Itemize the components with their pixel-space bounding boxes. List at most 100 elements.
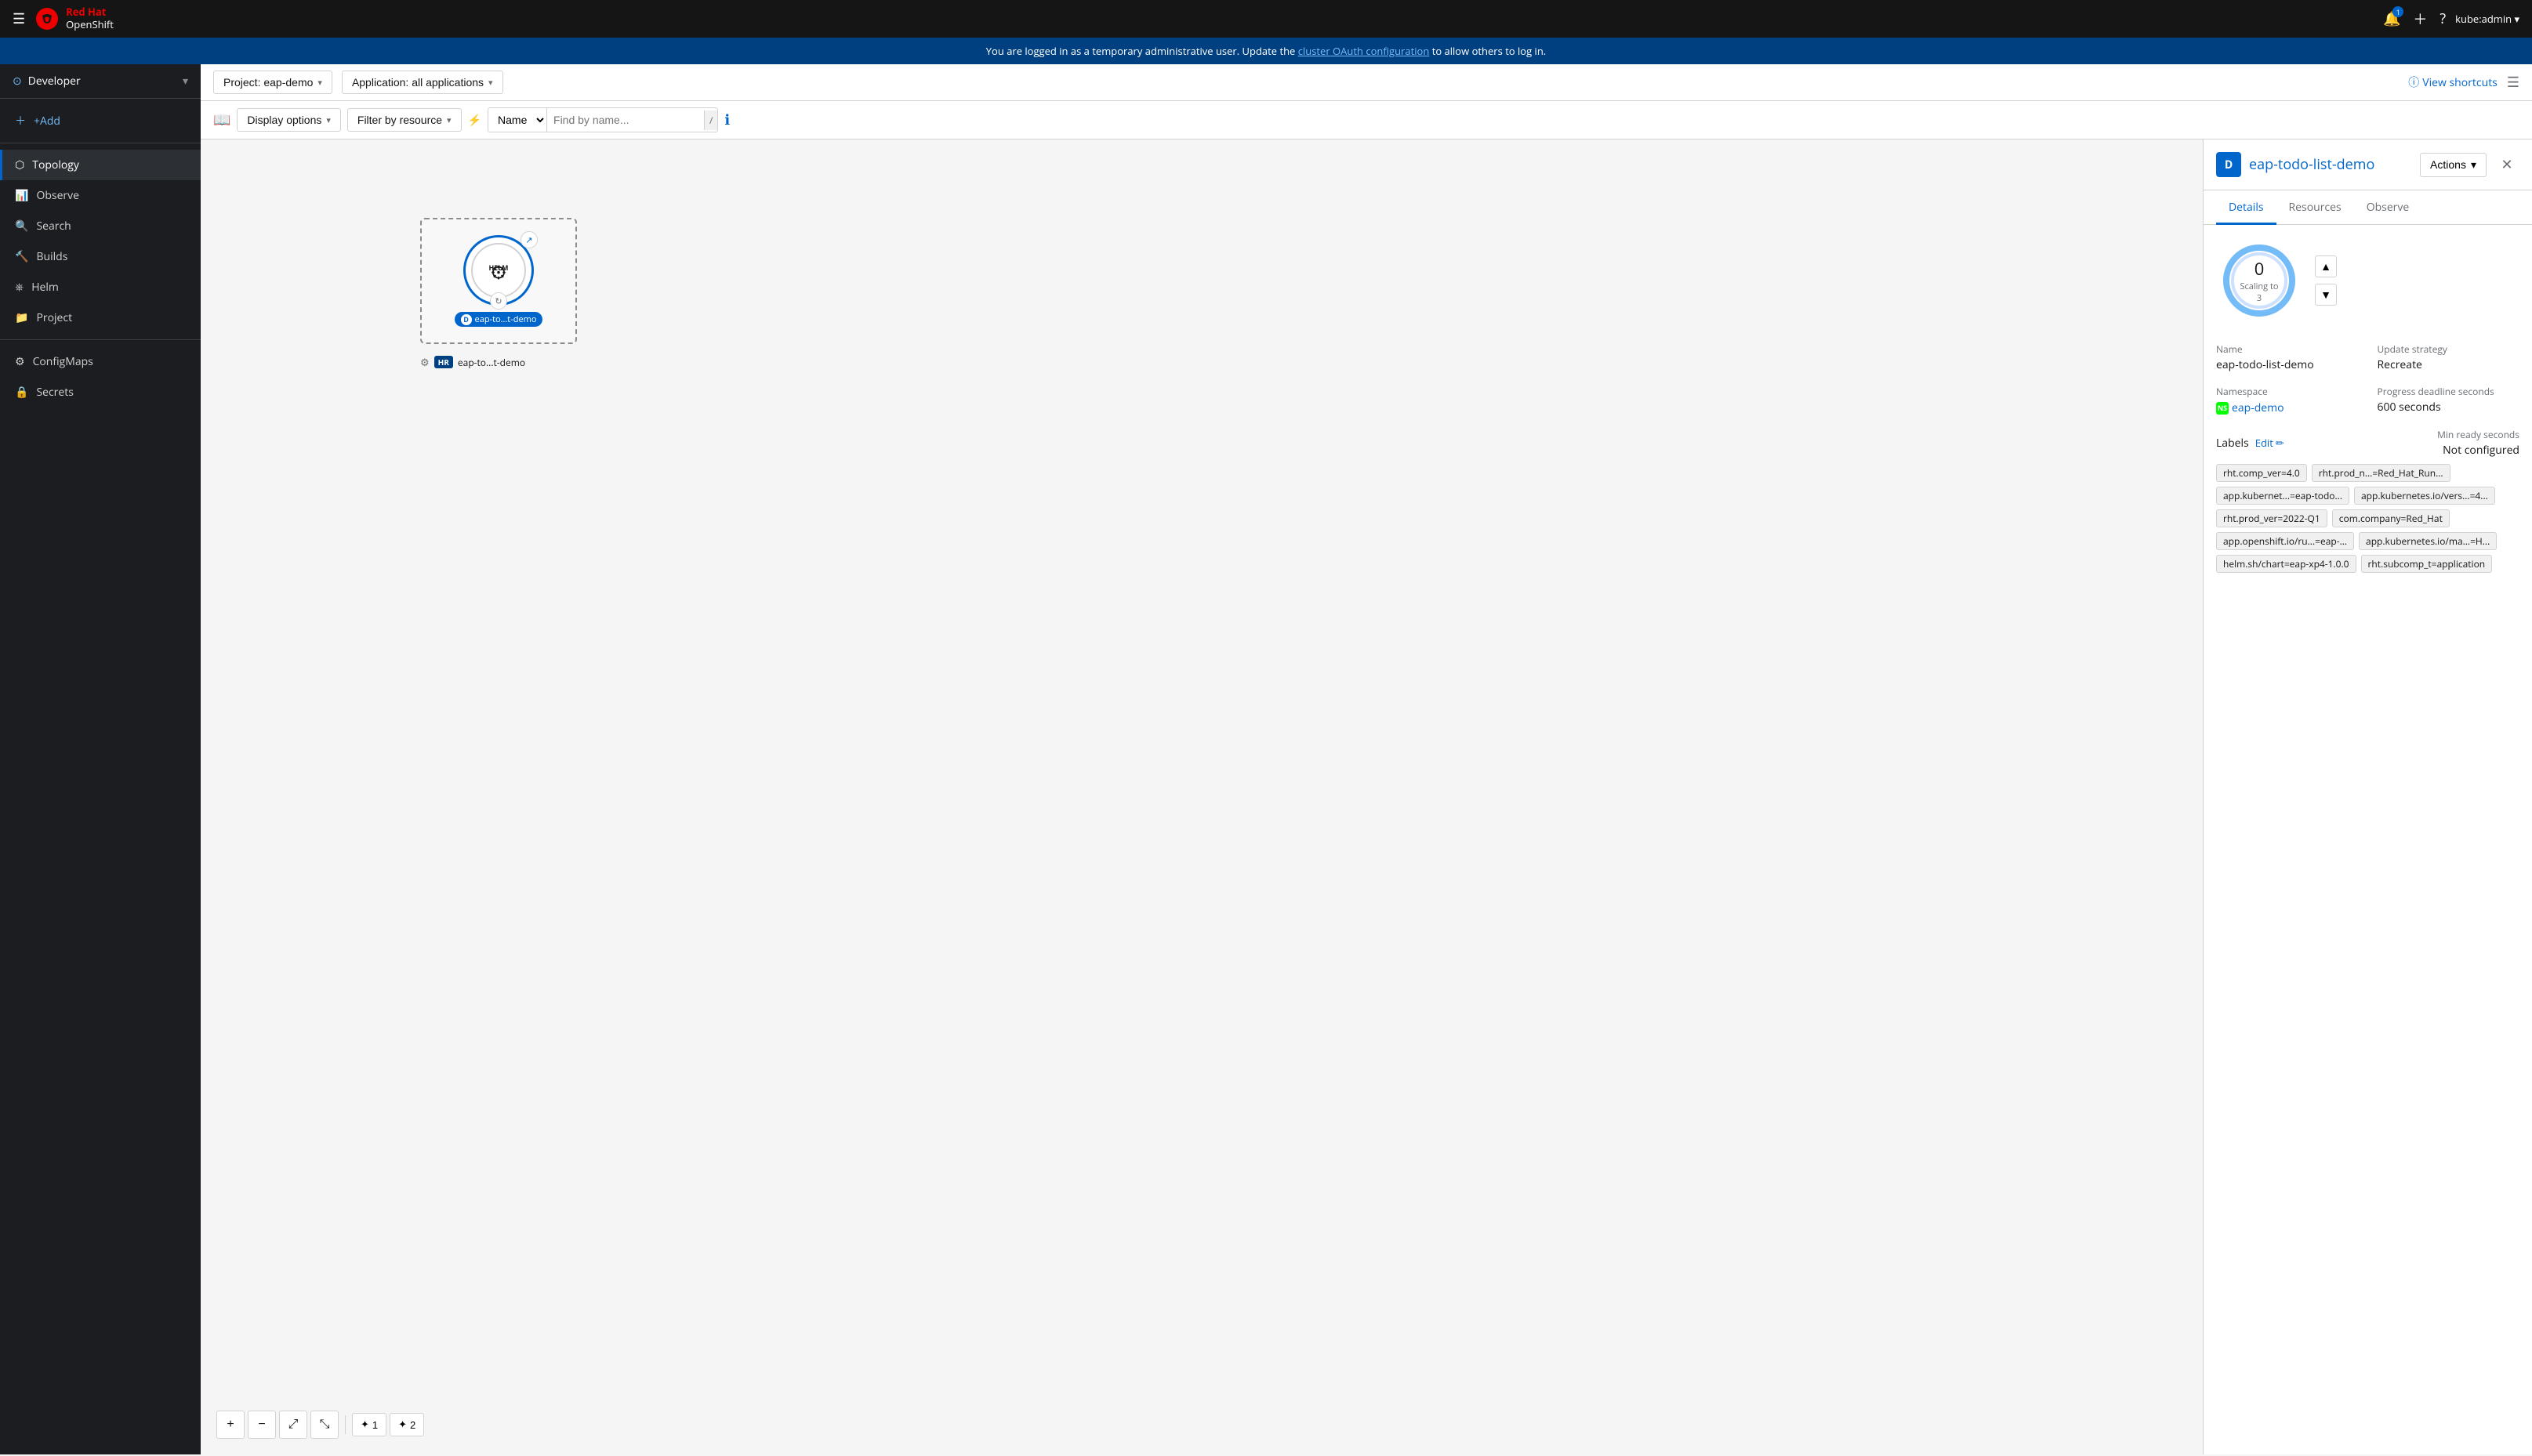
sidebar-item-topology[interactable]: ⬡ Topology xyxy=(0,150,201,180)
sidebar-nav: ＋ +Add ⬡ Topology 📊 Observe 🔍 Search 🔨 B… xyxy=(0,99,201,1454)
helm-group[interactable]: HELM xyxy=(420,218,577,344)
sidebar-context-switcher[interactable]: ⊙ Developer ▾ xyxy=(0,64,201,99)
view-shortcuts-button[interactable]: ⓘ View shortcuts xyxy=(2408,74,2498,90)
filter-type-select[interactable]: Name xyxy=(488,108,547,132)
zoom-in-button[interactable]: + xyxy=(216,1411,245,1439)
detail-update-strategy: Update strategy Recreate xyxy=(2378,342,2520,372)
edit-pencil-icon: ✏ xyxy=(2276,436,2284,450)
user-menu[interactable]: kube:admin ▾ xyxy=(2455,12,2519,26)
notification-badge: 1 xyxy=(2392,6,2403,17)
filter-by-resource-button[interactable]: Filter by resource ▾ xyxy=(347,108,462,132)
detail-name-value: eap-todo-list-demo xyxy=(2216,357,2359,372)
topology-canvas[interactable]: HELM xyxy=(201,139,2203,1454)
sidebar-item-secrets[interactable]: 🔒 Secrets xyxy=(0,377,201,407)
filter-toolbar: 📖 Display options ▾ Filter by resource ▾… xyxy=(201,101,2532,139)
side-panel-title: eap-todo-list-demo xyxy=(2249,155,2412,174)
slash-shortcut: / xyxy=(704,110,717,130)
content-area: Project: eap-demo ▾ Application: all app… xyxy=(201,64,2532,1454)
namespace-link[interactable]: eap-demo xyxy=(2232,400,2284,415)
label-tag-8[interactable]: helm.sh/chart=eap-xp4-1.0.0 xyxy=(2216,555,2356,573)
list-view-button[interactable]: ☰ xyxy=(2507,73,2519,92)
auth-banner: You are logged in as a temporary adminis… xyxy=(0,38,2532,64)
scale-down-button[interactable]: ▼ xyxy=(2315,284,2337,306)
actions-button[interactable]: Actions ▾ xyxy=(2420,153,2487,177)
node-filter-1-button[interactable]: ✦ 1 xyxy=(352,1413,386,1436)
filter-resource-label: Filter by resource xyxy=(357,114,442,126)
label-tag-2[interactable]: app.kubernet...=eap-todo... xyxy=(2216,487,2349,505)
close-panel-button[interactable]: ✕ xyxy=(2494,152,2519,177)
add-button[interactable]: ＋ xyxy=(2413,9,2427,29)
tab-details[interactable]: Details xyxy=(2216,190,2276,225)
main-layout: ⊙ Developer ▾ ＋ +Add ⬡ Topology 📊 Observ… xyxy=(0,64,2532,1454)
reset-view-button[interactable]: ⤡ xyxy=(310,1411,339,1439)
helm-node: HELM xyxy=(463,235,534,306)
scaling-widget: 0 Scaling to 3 ▲ ▼ xyxy=(2216,237,2519,324)
sidebar-item-add[interactable]: ＋ +Add xyxy=(0,105,201,136)
application-selector[interactable]: Application: all applications ▾ xyxy=(342,71,503,94)
sidebar-item-observe[interactable]: 📊 Observe xyxy=(0,180,201,211)
helm-icon-svg: HELM xyxy=(481,253,516,288)
project-selector[interactable]: Project: eap-demo ▾ xyxy=(213,71,332,94)
filter-resource-chevron: ▾ xyxy=(447,115,452,125)
node-filter-1-label: 1 xyxy=(372,1419,378,1431)
detail-progress-deadline-value: 600 seconds xyxy=(2378,400,2520,415)
brand: Red Hat OpenShift xyxy=(34,6,114,31)
display-options-label: Display options xyxy=(247,114,321,126)
context-chevron: ▾ xyxy=(183,74,188,89)
label-tag-4[interactable]: rht.prod_ver=2022-Q1 xyxy=(2216,509,2327,527)
sidebar-item-configmaps[interactable]: ⚙ ConfigMaps xyxy=(0,346,201,377)
find-by-name-input[interactable] xyxy=(547,109,704,131)
sidebar-item-builds[interactable]: 🔨 Builds xyxy=(0,241,201,272)
search-icon: 🔍 xyxy=(15,219,28,234)
refresh-badge[interactable]: ↻ xyxy=(490,292,507,310)
external-link-badge[interactable]: ↗ xyxy=(521,231,538,248)
secrets-icon: 🔒 xyxy=(15,385,28,400)
book-icon[interactable]: 📖 xyxy=(213,110,230,129)
side-panel-actions: Actions ▾ xyxy=(2420,153,2487,177)
fit-view-button[interactable]: ⤢ xyxy=(279,1411,307,1439)
namespace-badge: NS eap-demo xyxy=(2216,400,2284,415)
scale-up-button[interactable]: ▲ xyxy=(2315,255,2337,277)
node-filter-2-button[interactable]: ✦ 2 xyxy=(390,1413,424,1436)
tab-resources[interactable]: Resources xyxy=(2276,190,2354,225)
detail-update-strategy-value: Recreate xyxy=(2378,357,2520,372)
notifications-button[interactable]: 🔔 1 xyxy=(2383,9,2400,28)
node-label[interactable]: D eap-to...t-demo xyxy=(455,312,543,327)
min-ready-value: Not configured xyxy=(2437,443,2519,458)
label-tags: rht.comp_ver=4.0 rht.prod_n...=Red_Hat_R… xyxy=(2216,464,2519,573)
help-circle-icon: ⓘ xyxy=(2408,74,2419,90)
actions-chevron: ▾ xyxy=(2471,158,2476,172)
hamburger-menu[interactable]: ☰ xyxy=(13,9,25,28)
name-filter: Name / xyxy=(488,107,718,132)
labels-title: Labels xyxy=(2216,436,2249,451)
scaling-controls: ▲ ▼ xyxy=(2315,255,2337,306)
details-grid: Name eap-todo-list-demo Update strategy … xyxy=(2216,342,2519,415)
detail-name: Name eap-todo-list-demo xyxy=(2216,342,2359,372)
help-button[interactable]: ? xyxy=(2439,9,2446,28)
label-tag-0[interactable]: rht.comp_ver=4.0 xyxy=(2216,464,2307,482)
donut-chart: 0 Scaling to 3 xyxy=(2216,237,2302,324)
sidebar: ⊙ Developer ▾ ＋ +Add ⬡ Topology 📊 Observ… xyxy=(0,64,201,1454)
deployment-badge: D xyxy=(461,314,472,325)
node-filter-2-icon: ✦ xyxy=(398,1418,407,1431)
brand-text: Red Hat OpenShift xyxy=(66,6,114,31)
sidebar-item-project[interactable]: 📁 Project xyxy=(0,302,201,333)
oauth-link[interactable]: cluster OAuth configuration xyxy=(1298,44,1430,58)
edit-labels-link[interactable]: Edit ✏ xyxy=(2255,436,2284,450)
label-tag-3[interactable]: app.kubernetes.io/vers...=4... xyxy=(2354,487,2495,505)
label-tag-7[interactable]: app.kubernetes.io/ma...=H... xyxy=(2359,532,2497,550)
zoom-out-button[interactable]: − xyxy=(248,1411,276,1439)
label-tag-9[interactable]: rht.subcomp_t=application xyxy=(2361,555,2493,573)
label-tag-6[interactable]: app.openshift.io/ru...=eap-... xyxy=(2216,532,2354,550)
side-panel-body: 0 Scaling to 3 ▲ ▼ xyxy=(2204,225,2532,585)
application-chevron: ▾ xyxy=(488,78,493,88)
label-tag-5[interactable]: com.company=Red_Hat xyxy=(2332,509,2450,527)
helm-sidebar-icon: ⎈ xyxy=(15,280,24,295)
sidebar-item-helm[interactable]: ⎈ Helm xyxy=(0,272,201,302)
sidebar-item-search[interactable]: 🔍 Search xyxy=(0,211,201,241)
display-options-button[interactable]: Display options ▾ xyxy=(237,108,340,132)
tab-observe[interactable]: Observe xyxy=(2354,190,2422,225)
info-icon[interactable]: ℹ xyxy=(724,110,730,129)
side-panel-tabs: Details Resources Observe xyxy=(2204,190,2532,225)
label-tag-1[interactable]: rht.prod_n...=Red_Hat_Run... xyxy=(2312,464,2450,482)
